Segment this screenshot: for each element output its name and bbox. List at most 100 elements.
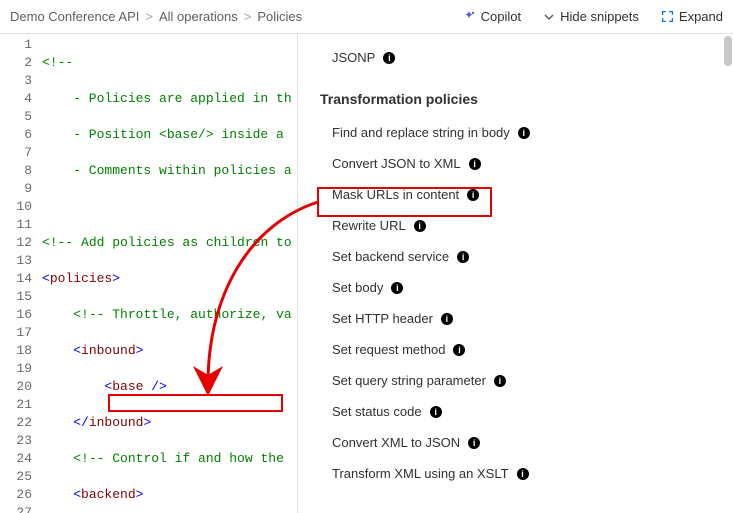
code-text — [42, 487, 73, 502]
code-text — [42, 307, 73, 322]
breadcrumb: Demo Conference API > All operations > P… — [10, 9, 302, 24]
copilot-icon — [462, 10, 476, 24]
expand-icon — [661, 10, 674, 23]
line-number: 19 — [0, 360, 32, 378]
section-header-transformation: Transformation policies — [320, 91, 717, 107]
line-number: 26 — [0, 486, 32, 504]
code-text: - Comments within policies a — [42, 163, 292, 178]
code-text: /> — [143, 379, 166, 394]
code-text: inbound — [89, 415, 144, 430]
policy-item-find-replace[interactable]: Find and replace string in body i — [320, 117, 717, 148]
line-gutter: 1 2 3 4 5 6 7 8 9 10 11 12 13 14 15 16 1… — [0, 34, 42, 513]
policy-label: Set backend service — [332, 249, 449, 264]
policy-item-set-body[interactable]: Set body i — [320, 272, 717, 303]
info-icon[interactable]: i — [457, 251, 469, 263]
info-icon[interactable]: i — [383, 52, 395, 64]
toolbar-actions: Copilot Hide snippets Expand — [462, 9, 723, 24]
line-number: 23 — [0, 432, 32, 450]
line-number: 4 — [0, 90, 32, 108]
code-text: - Position <base/> inside a — [42, 127, 284, 142]
info-icon[interactable]: i — [467, 189, 479, 201]
policy-item-mask-urls[interactable]: Mask URLs in content i — [320, 179, 717, 210]
code-text: <!-- — [42, 235, 73, 250]
info-icon[interactable]: i — [414, 220, 426, 232]
code-text: Throttle, authorize, va — [104, 307, 291, 322]
code-content[interactable]: <!-- - Policies are applied in th - Posi… — [42, 34, 292, 513]
code-text: <!-- — [73, 451, 104, 466]
info-icon[interactable]: i — [469, 158, 481, 170]
line-number: 1 — [0, 36, 32, 54]
info-icon[interactable]: i — [391, 282, 403, 294]
info-icon[interactable]: i — [517, 468, 529, 480]
code-text: Control if and how the — [104, 451, 283, 466]
policy-item-json-to-xml[interactable]: Convert JSON to XML i — [320, 148, 717, 179]
line-number: 15 — [0, 288, 32, 306]
policy-item-set-backend[interactable]: Set backend service i — [320, 241, 717, 272]
line-number: 5 — [0, 108, 32, 126]
info-icon[interactable]: i — [453, 344, 465, 356]
policy-label: Transform XML using an XSLT — [332, 466, 509, 481]
policy-item-set-request-method[interactable]: Set request method i — [320, 334, 717, 365]
line-number: 16 — [0, 306, 32, 324]
policy-item-jsonp[interactable]: JSONP i — [320, 42, 717, 73]
info-icon[interactable]: i — [441, 313, 453, 325]
code-text: > — [143, 415, 151, 430]
line-number: 14 — [0, 270, 32, 288]
policy-label: JSONP — [332, 50, 375, 65]
breadcrumb-item-operations[interactable]: All operations — [159, 9, 238, 24]
main-area: 1 2 3 4 5 6 7 8 9 10 11 12 13 14 15 16 1… — [0, 34, 733, 513]
line-number: 20 — [0, 378, 32, 396]
line-number: 17 — [0, 324, 32, 342]
expand-button[interactable]: Expand — [661, 9, 723, 24]
policy-item-xml-to-json[interactable]: Convert XML to JSON i — [320, 427, 717, 458]
line-number: 6 — [0, 126, 32, 144]
code-text: - Policies are applied in th — [42, 91, 292, 106]
code-text: policies — [50, 271, 112, 286]
line-number: 3 — [0, 72, 32, 90]
breadcrumb-item-policies[interactable]: Policies — [257, 9, 302, 24]
code-text: < — [73, 343, 81, 358]
code-text: < — [73, 487, 81, 502]
info-icon[interactable]: i — [518, 127, 530, 139]
policy-item-set-status-code[interactable]: Set status code i — [320, 396, 717, 427]
scrollbar-thumb[interactable] — [724, 36, 732, 66]
line-number: 10 — [0, 198, 32, 216]
hide-snippets-label: Hide snippets — [560, 9, 639, 24]
policy-item-transform-xslt[interactable]: Transform XML using an XSLT i — [320, 458, 717, 489]
policy-label: Convert JSON to XML — [332, 156, 461, 171]
snippets-panel: JSONP i Transformation policies Find and… — [298, 34, 733, 513]
policy-item-set-http-header[interactable]: Set HTTP header i — [320, 303, 717, 334]
code-text: > — [112, 271, 120, 286]
policy-item-set-query-string[interactable]: Set query string parameter i — [320, 365, 717, 396]
info-icon[interactable]: i — [494, 375, 506, 387]
policy-label: Set HTTP header — [332, 311, 433, 326]
code-text: < — [42, 271, 50, 286]
line-number: 9 — [0, 180, 32, 198]
code-text: base — [112, 379, 143, 394]
policy-item-rewrite-url[interactable]: Rewrite URL i — [320, 210, 717, 241]
line-number: 8 — [0, 162, 32, 180]
line-number: 22 — [0, 414, 32, 432]
policy-label: Find and replace string in body — [332, 125, 510, 140]
code-text: > — [136, 343, 144, 358]
code-text: <!-- — [42, 55, 73, 70]
info-icon[interactable]: i — [468, 437, 480, 449]
policy-label: Set body — [332, 280, 383, 295]
code-text — [42, 451, 73, 466]
code-text: > — [136, 487, 144, 502]
line-number: 13 — [0, 252, 32, 270]
line-number: 11 — [0, 216, 32, 234]
policy-label: Set request method — [332, 342, 445, 357]
code-editor[interactable]: 1 2 3 4 5 6 7 8 9 10 11 12 13 14 15 16 1… — [0, 34, 298, 513]
breadcrumb-separator-icon: > — [244, 9, 252, 24]
breadcrumb-item-api[interactable]: Demo Conference API — [10, 9, 139, 24]
hide-snippets-button[interactable]: Hide snippets — [543, 9, 639, 24]
policy-label: Convert XML to JSON — [332, 435, 460, 450]
copilot-label: Copilot — [481, 9, 521, 24]
info-icon[interactable]: i — [430, 406, 442, 418]
copilot-button[interactable]: Copilot — [462, 9, 521, 24]
code-text: backend — [81, 487, 136, 502]
line-number: 25 — [0, 468, 32, 486]
chevron-down-icon — [543, 11, 555, 23]
breadcrumb-separator-icon: > — [145, 9, 153, 24]
